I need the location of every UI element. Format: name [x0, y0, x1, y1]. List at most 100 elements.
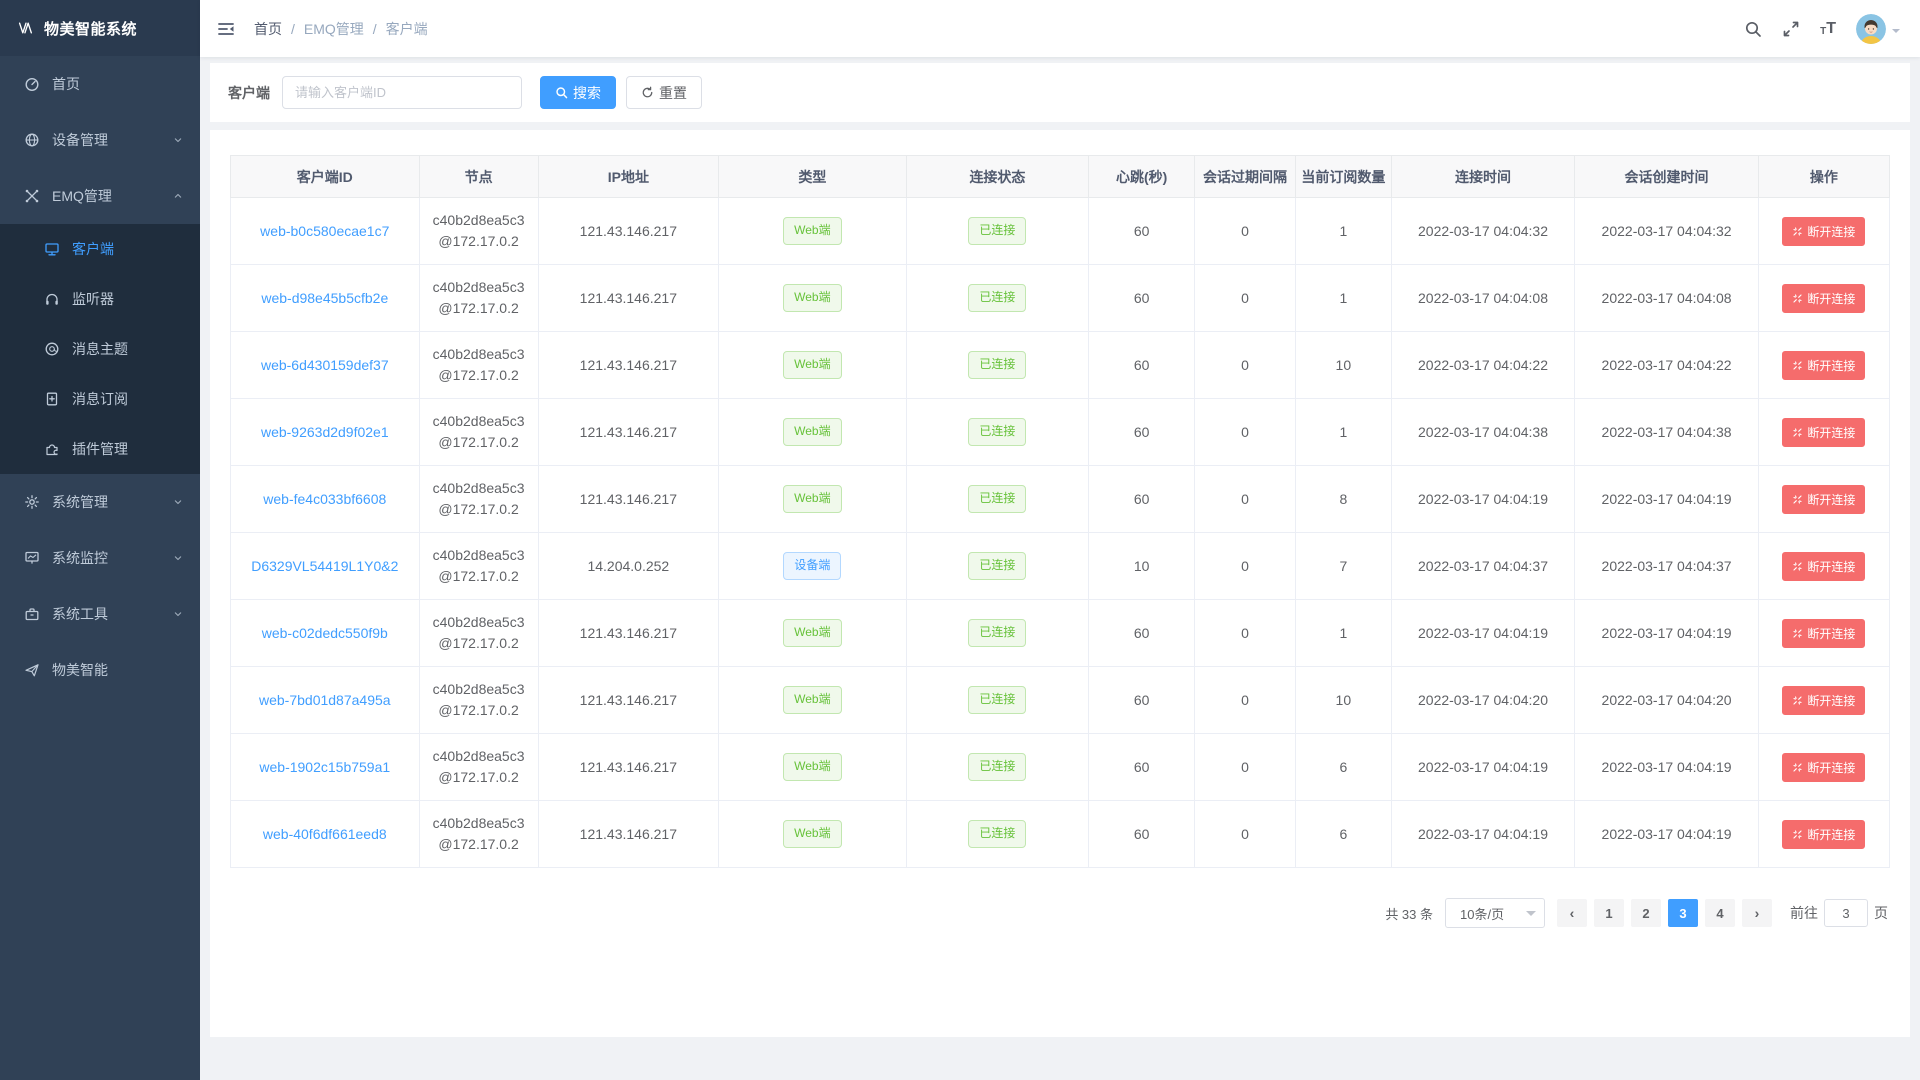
paper-plane-icon — [24, 662, 40, 678]
disconnect-button[interactable]: 断开连接 — [1782, 217, 1865, 246]
cell-subscriptions: 1 — [1295, 265, 1391, 332]
client-id-link[interactable]: web-b0c580ecae1c7 — [260, 223, 389, 239]
font-size-icon[interactable]: TT — [1820, 21, 1836, 37]
cell-subscriptions: 7 — [1295, 533, 1391, 600]
sidebar-item-subscriptions[interactable]: 消息订阅 — [0, 374, 200, 424]
cell-heartbeat: 10 — [1089, 533, 1195, 600]
broken-link-icon — [1792, 561, 1803, 572]
goto-page-input[interactable] — [1824, 899, 1868, 927]
broken-link-icon — [1792, 695, 1803, 706]
disconnect-button[interactable]: 断开连接 — [1782, 619, 1865, 648]
cell-subscriptions: 10 — [1295, 332, 1391, 399]
prev-page-button[interactable]: ‹ — [1557, 899, 1587, 927]
breadcrumb-home[interactable]: 首页 — [254, 19, 282, 39]
chevron-up-icon — [172, 190, 184, 202]
disconnect-button[interactable]: 断开连接 — [1782, 820, 1865, 849]
cell-node: c40b2d8ea5c3@172.17.0.2 — [419, 198, 538, 265]
cell-expiry: 0 — [1195, 399, 1296, 466]
cell-session-time: 2022-03-17 04:04:32 — [1575, 198, 1759, 265]
client-id-link[interactable]: web-1902c15b759a1 — [259, 759, 390, 775]
page-button-1[interactable]: 1 — [1594, 899, 1624, 927]
client-id-link[interactable]: web-40f6df661eed8 — [263, 826, 387, 842]
sidebar-item-topics[interactable]: 消息主题 — [0, 324, 200, 374]
sidebar-item-home[interactable]: 首页 — [0, 56, 200, 112]
client-id-link[interactable]: web-d98e45b5cfb2e — [261, 290, 388, 306]
sidebar-item-devices[interactable]: 设备管理 — [0, 112, 200, 168]
cell-heartbeat: 60 — [1089, 198, 1195, 265]
client-id-link[interactable]: web-9263d2d9f02e1 — [261, 424, 389, 440]
sidebar-item-system-admin[interactable]: 系统管理 — [0, 474, 200, 530]
search-button[interactable]: 搜索 — [540, 76, 616, 109]
sidebar-item-emq[interactable]: EMQ管理 — [0, 168, 200, 224]
search-icon[interactable] — [1744, 20, 1762, 38]
client-id-input[interactable] — [282, 76, 522, 109]
reset-button[interactable]: 重置 — [626, 76, 702, 109]
disconnect-button[interactable]: 断开连接 — [1782, 351, 1865, 380]
broken-link-icon — [1792, 293, 1803, 304]
cell-node: c40b2d8ea5c3@172.17.0.2 — [419, 600, 538, 667]
client-id-link[interactable]: web-fe4c033bf6608 — [263, 491, 386, 507]
type-badge: Web端 — [783, 351, 841, 379]
monitor-icon — [24, 550, 40, 566]
emq-icon — [24, 188, 40, 204]
cell-node: c40b2d8ea5c3@172.17.0.2 — [419, 801, 538, 868]
refresh-icon — [641, 86, 654, 99]
listener-icon — [44, 291, 60, 307]
page-size-select[interactable]: 10条/页 — [1445, 898, 1545, 928]
cell-connect-time: 2022-03-17 04:04:19 — [1391, 801, 1575, 868]
topbar: 首页 / EMQ管理 / 客户端 TT — [200, 0, 1920, 57]
type-badge: Web端 — [783, 284, 841, 312]
status-badge: 已连接 — [968, 351, 1026, 379]
fullscreen-icon[interactable] — [1782, 20, 1800, 38]
type-badge: Web端 — [783, 820, 841, 848]
cell-ip: 121.43.146.217 — [538, 466, 719, 533]
disconnect-button[interactable]: 断开连接 — [1782, 418, 1865, 447]
broken-link-icon — [1792, 494, 1803, 505]
disconnect-button[interactable]: 断开连接 — [1782, 552, 1865, 581]
cell-node: c40b2d8ea5c3@172.17.0.2 — [419, 466, 538, 533]
client-table-card: 客户端ID 节点 IP地址 类型 连接状态 心跳(秒) 会话过期间隔 当前订阅数… — [210, 130, 1910, 1037]
status-badge: 已连接 — [968, 485, 1026, 513]
sidebar-item-plugins[interactable]: 插件管理 — [0, 424, 200, 474]
cell-subscriptions: 6 — [1295, 801, 1391, 868]
cell-node: c40b2d8ea5c3@172.17.0.2 — [419, 399, 538, 466]
sidebar-item-system-tools[interactable]: 系统工具 — [0, 586, 200, 642]
user-menu[interactable] — [1856, 14, 1900, 44]
client-id-link[interactable]: web-7bd01d87a495a — [259, 692, 391, 708]
cell-session-time: 2022-03-17 04:04:19 — [1575, 466, 1759, 533]
disconnect-button[interactable]: 断开连接 — [1782, 485, 1865, 514]
type-badge: Web端 — [783, 217, 841, 245]
caret-down-icon — [1892, 29, 1900, 37]
cell-subscriptions: 1 — [1295, 399, 1391, 466]
cell-node: c40b2d8ea5c3@172.17.0.2 — [419, 332, 538, 399]
disconnect-button[interactable]: 断开连接 — [1782, 686, 1865, 715]
client-id-link[interactable]: web-6d430159def37 — [261, 357, 389, 373]
disconnect-button[interactable]: 断开连接 — [1782, 753, 1865, 782]
cell-heartbeat: 60 — [1089, 332, 1195, 399]
avatar[interactable] — [1856, 14, 1886, 44]
sidebar-item-system-monitor[interactable]: 系统监控 — [0, 530, 200, 586]
plugin-icon — [44, 441, 60, 457]
cell-session-time: 2022-03-17 04:04:37 — [1575, 533, 1759, 600]
next-page-button[interactable]: › — [1742, 899, 1772, 927]
cell-subscriptions: 1 — [1295, 198, 1391, 265]
table-row: web-b0c580ecae1c7 c40b2d8ea5c3@172.17.0.… — [231, 198, 1890, 265]
app-root: 物美智能系统 首页 设备管理 EMQ管理 客户端 — [0, 0, 1920, 1080]
page-button-2[interactable]: 2 — [1631, 899, 1661, 927]
sidebar-item-wumei-smart[interactable]: 物美智能 — [0, 642, 200, 698]
broken-link-icon — [1792, 628, 1803, 639]
client-id-link[interactable]: D6329VL54419L1Y0&2 — [251, 558, 398, 574]
cell-session-time: 2022-03-17 04:04:20 — [1575, 667, 1759, 734]
page-button-3-active[interactable]: 3 — [1668, 899, 1698, 927]
pagination: 共 33 条 10条/页 ‹ 1 2 3 4 › 前往 页 — [230, 898, 1890, 928]
client-id-label: 客户端 — [228, 83, 270, 103]
cell-heartbeat: 60 — [1089, 466, 1195, 533]
client-id-link[interactable]: web-c02dedc550f9b — [262, 625, 388, 641]
disconnect-button[interactable]: 断开连接 — [1782, 284, 1865, 313]
page-button-4[interactable]: 4 — [1705, 899, 1735, 927]
sidebar: 物美智能系统 首页 设备管理 EMQ管理 客户端 — [0, 0, 200, 1080]
sidebar-item-listeners[interactable]: 监听器 — [0, 274, 200, 324]
sidebar-item-clients[interactable]: 客户端 — [0, 224, 200, 274]
breadcrumb-current: 客户端 — [386, 19, 428, 39]
sidebar-toggle-icon[interactable] — [216, 19, 236, 39]
